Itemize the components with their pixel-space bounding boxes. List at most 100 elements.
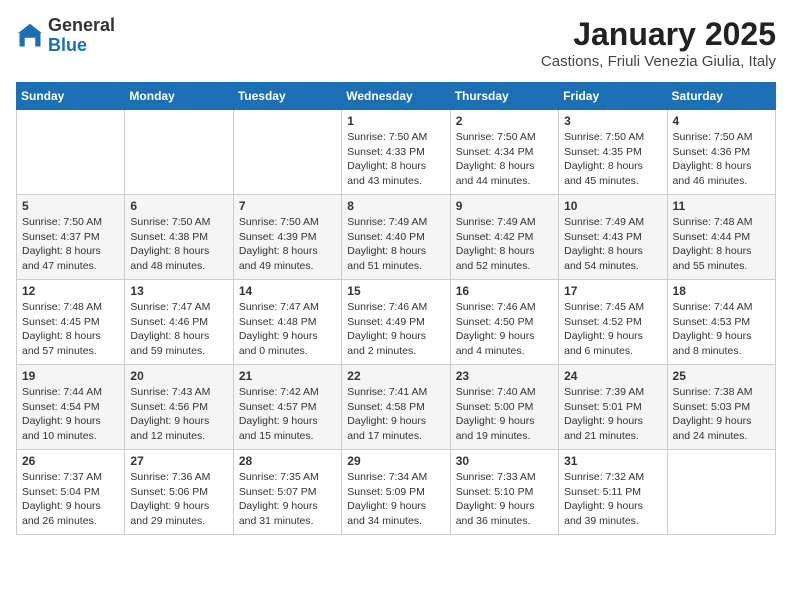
day-number: 15 (347, 284, 444, 298)
day-number: 6 (130, 199, 227, 213)
calendar-cell: 14 Sunrise: 7:47 AM Sunset: 4:48 PM Dayli… (233, 280, 341, 365)
day-number: 23 (456, 369, 553, 383)
calendar-cell (667, 450, 775, 535)
day-info: Sunrise: 7:40 AM Sunset: 5:00 PM Dayligh… (456, 385, 553, 444)
calendar-header: SundayMondayTuesdayWednesdayThursdayFrid… (17, 83, 776, 110)
day-number: 1 (347, 114, 444, 128)
day-number: 22 (347, 369, 444, 383)
title-block: January 2025 Castions, Friuli Venezia Gi… (541, 16, 776, 70)
calendar-cell: 13 Sunrise: 7:47 AM Sunset: 4:46 PM Dayli… (125, 280, 233, 365)
day-number: 10 (564, 199, 661, 213)
day-number: 19 (22, 369, 119, 383)
week-row-4: 19 Sunrise: 7:44 AM Sunset: 4:54 PM Dayli… (17, 365, 776, 450)
calendar-cell: 29 Sunrise: 7:34 AM Sunset: 5:09 PM Dayli… (342, 450, 450, 535)
day-info: Sunrise: 7:49 AM Sunset: 4:40 PM Dayligh… (347, 215, 444, 274)
week-row-1: 1 Sunrise: 7:50 AM Sunset: 4:33 PM Daylig… (17, 110, 776, 195)
page-header: General Blue January 2025 Castions, Friu… (16, 16, 776, 70)
calendar-cell: 10 Sunrise: 7:49 AM Sunset: 4:43 PM Dayli… (559, 195, 667, 280)
calendar-cell: 6 Sunrise: 7:50 AM Sunset: 4:38 PM Daylig… (125, 195, 233, 280)
calendar-cell: 30Sunrise: 7:33 AM Sunset: 5:10 PM Dayli… (450, 450, 558, 535)
calendar-cell: 8Sunrise: 7:49 AM Sunset: 4:40 PM Daylig… (342, 195, 450, 280)
day-info: Sunrise: 7:49 AM Sunset: 4:42 PM Dayligh… (456, 215, 553, 274)
day-number: 31 (564, 454, 661, 468)
calendar-cell: 27Sunrise: 7:36 AM Sunset: 5:06 PM Dayli… (125, 450, 233, 535)
calendar-cell: 4Sunrise: 7:50 AM Sunset: 4:36 PM Daylig… (667, 110, 775, 195)
calendar-cell: 11 Sunrise: 7:48 AM Sunset: 4:44 PM Dayli… (667, 195, 775, 280)
day-number: 17 (564, 284, 661, 298)
day-number: 7 (239, 199, 336, 213)
header-row: SundayMondayTuesdayWednesdayThursdayFrid… (17, 83, 776, 110)
day-number: 13 (130, 284, 227, 298)
day-number: 20 (130, 369, 227, 383)
day-info: Sunrise: 7:37 AM Sunset: 5:04 PM Dayligh… (22, 470, 119, 529)
day-number: 14 (239, 284, 336, 298)
day-number: 11 (673, 199, 770, 213)
header-day-monday: Monday (125, 83, 233, 110)
header-day-sunday: Sunday (17, 83, 125, 110)
calendar-cell: 9 Sunrise: 7:49 AM Sunset: 4:42 PM Daylig… (450, 195, 558, 280)
week-row-3: 12 Sunrise: 7:48 AM Sunset: 4:45 PM Dayli… (17, 280, 776, 365)
day-number: 28 (239, 454, 336, 468)
day-number: 29 (347, 454, 444, 468)
logo-icon (16, 22, 44, 50)
calendar-cell (125, 110, 233, 195)
day-number: 25 (673, 369, 770, 383)
header-day-wednesday: Wednesday (342, 83, 450, 110)
header-day-saturday: Saturday (667, 83, 775, 110)
day-number: 12 (22, 284, 119, 298)
calendar-cell: 20 Sunrise: 7:43 AM Sunset: 4:56 PM Dayli… (125, 365, 233, 450)
day-info: Sunrise: 7:32 AM Sunset: 5:11 PM Dayligh… (564, 470, 661, 529)
day-info: Sunrise: 7:41 AM Sunset: 4:58 PM Dayligh… (347, 385, 444, 444)
page-title: January 2025 (541, 16, 776, 53)
day-info: Sunrise: 7:46 AM Sunset: 4:50 PM Dayligh… (456, 300, 553, 359)
logo-text: General Blue (48, 16, 115, 56)
day-number: 18 (673, 284, 770, 298)
calendar-cell: 3 Sunrise: 7:50 AM Sunset: 4:35 PM Daylig… (559, 110, 667, 195)
day-info: Sunrise: 7:50 AM Sunset: 4:38 PM Dayligh… (130, 215, 227, 274)
day-number: 24 (564, 369, 661, 383)
day-number: 16 (456, 284, 553, 298)
calendar-cell: 23 Sunrise: 7:40 AM Sunset: 5:00 PM Dayli… (450, 365, 558, 450)
day-info: Sunrise: 7:49 AM Sunset: 4:43 PM Dayligh… (564, 215, 661, 274)
day-info: Sunrise: 7:47 AM Sunset: 4:48 PM Dayligh… (239, 300, 336, 359)
calendar-cell: 12 Sunrise: 7:48 AM Sunset: 4:45 PM Dayli… (17, 280, 125, 365)
day-info: Sunrise: 7:43 AM Sunset: 4:56 PM Dayligh… (130, 385, 227, 444)
day-info: Sunrise: 7:47 AM Sunset: 4:46 PM Dayligh… (130, 300, 227, 359)
day-info: Sunrise: 7:50 AM Sunset: 4:35 PM Dayligh… (564, 130, 661, 189)
day-info: Sunrise: 7:50 AM Sunset: 4:37 PM Dayligh… (22, 215, 119, 274)
day-info: Sunrise: 7:50 AM Sunset: 4:39 PM Dayligh… (239, 215, 336, 274)
calendar-cell: 2Sunrise: 7:50 AM Sunset: 4:34 PM Daylig… (450, 110, 558, 195)
calendar-cell: 25Sunrise: 7:38 AM Sunset: 5:03 PM Dayli… (667, 365, 775, 450)
day-number: 9 (456, 199, 553, 213)
day-number: 27 (130, 454, 227, 468)
day-info: Sunrise: 7:48 AM Sunset: 4:44 PM Dayligh… (673, 215, 770, 274)
logo-blue-text: Blue (48, 36, 115, 56)
header-day-friday: Friday (559, 83, 667, 110)
day-info: Sunrise: 7:34 AM Sunset: 5:09 PM Dayligh… (347, 470, 444, 529)
day-info: Sunrise: 7:50 AM Sunset: 4:34 PM Dayligh… (456, 130, 553, 189)
calendar-body: 1 Sunrise: 7:50 AM Sunset: 4:33 PM Daylig… (17, 110, 776, 535)
day-number: 26 (22, 454, 119, 468)
logo: General Blue (16, 16, 115, 56)
calendar-cell: 18Sunrise: 7:44 AM Sunset: 4:53 PM Dayli… (667, 280, 775, 365)
calendar-cell (233, 110, 341, 195)
day-info: Sunrise: 7:46 AM Sunset: 4:49 PM Dayligh… (347, 300, 444, 359)
calendar-cell: 16 Sunrise: 7:46 AM Sunset: 4:50 PM Dayli… (450, 280, 558, 365)
day-info: Sunrise: 7:50 AM Sunset: 4:36 PM Dayligh… (673, 130, 770, 189)
header-day-thursday: Thursday (450, 83, 558, 110)
day-info: Sunrise: 7:45 AM Sunset: 4:52 PM Dayligh… (564, 300, 661, 359)
calendar-table: SundayMondayTuesdayWednesdayThursdayFrid… (16, 82, 776, 535)
day-info: Sunrise: 7:35 AM Sunset: 5:07 PM Dayligh… (239, 470, 336, 529)
day-info: Sunrise: 7:44 AM Sunset: 4:54 PM Dayligh… (22, 385, 119, 444)
week-row-5: 26 Sunrise: 7:37 AM Sunset: 5:04 PM Dayli… (17, 450, 776, 535)
day-number: 30 (456, 454, 553, 468)
calendar-cell: 1 Sunrise: 7:50 AM Sunset: 4:33 PM Daylig… (342, 110, 450, 195)
header-day-tuesday: Tuesday (233, 83, 341, 110)
calendar-cell: 26 Sunrise: 7:37 AM Sunset: 5:04 PM Dayli… (17, 450, 125, 535)
day-info: Sunrise: 7:48 AM Sunset: 4:45 PM Dayligh… (22, 300, 119, 359)
day-number: 3 (564, 114, 661, 128)
calendar-cell: 15 Sunrise: 7:46 AM Sunset: 4:49 PM Dayli… (342, 280, 450, 365)
day-info: Sunrise: 7:50 AM Sunset: 4:33 PM Dayligh… (347, 130, 444, 189)
week-row-2: 5Sunrise: 7:50 AM Sunset: 4:37 PM Daylig… (17, 195, 776, 280)
calendar-cell: 24Sunrise: 7:39 AM Sunset: 5:01 PM Dayli… (559, 365, 667, 450)
